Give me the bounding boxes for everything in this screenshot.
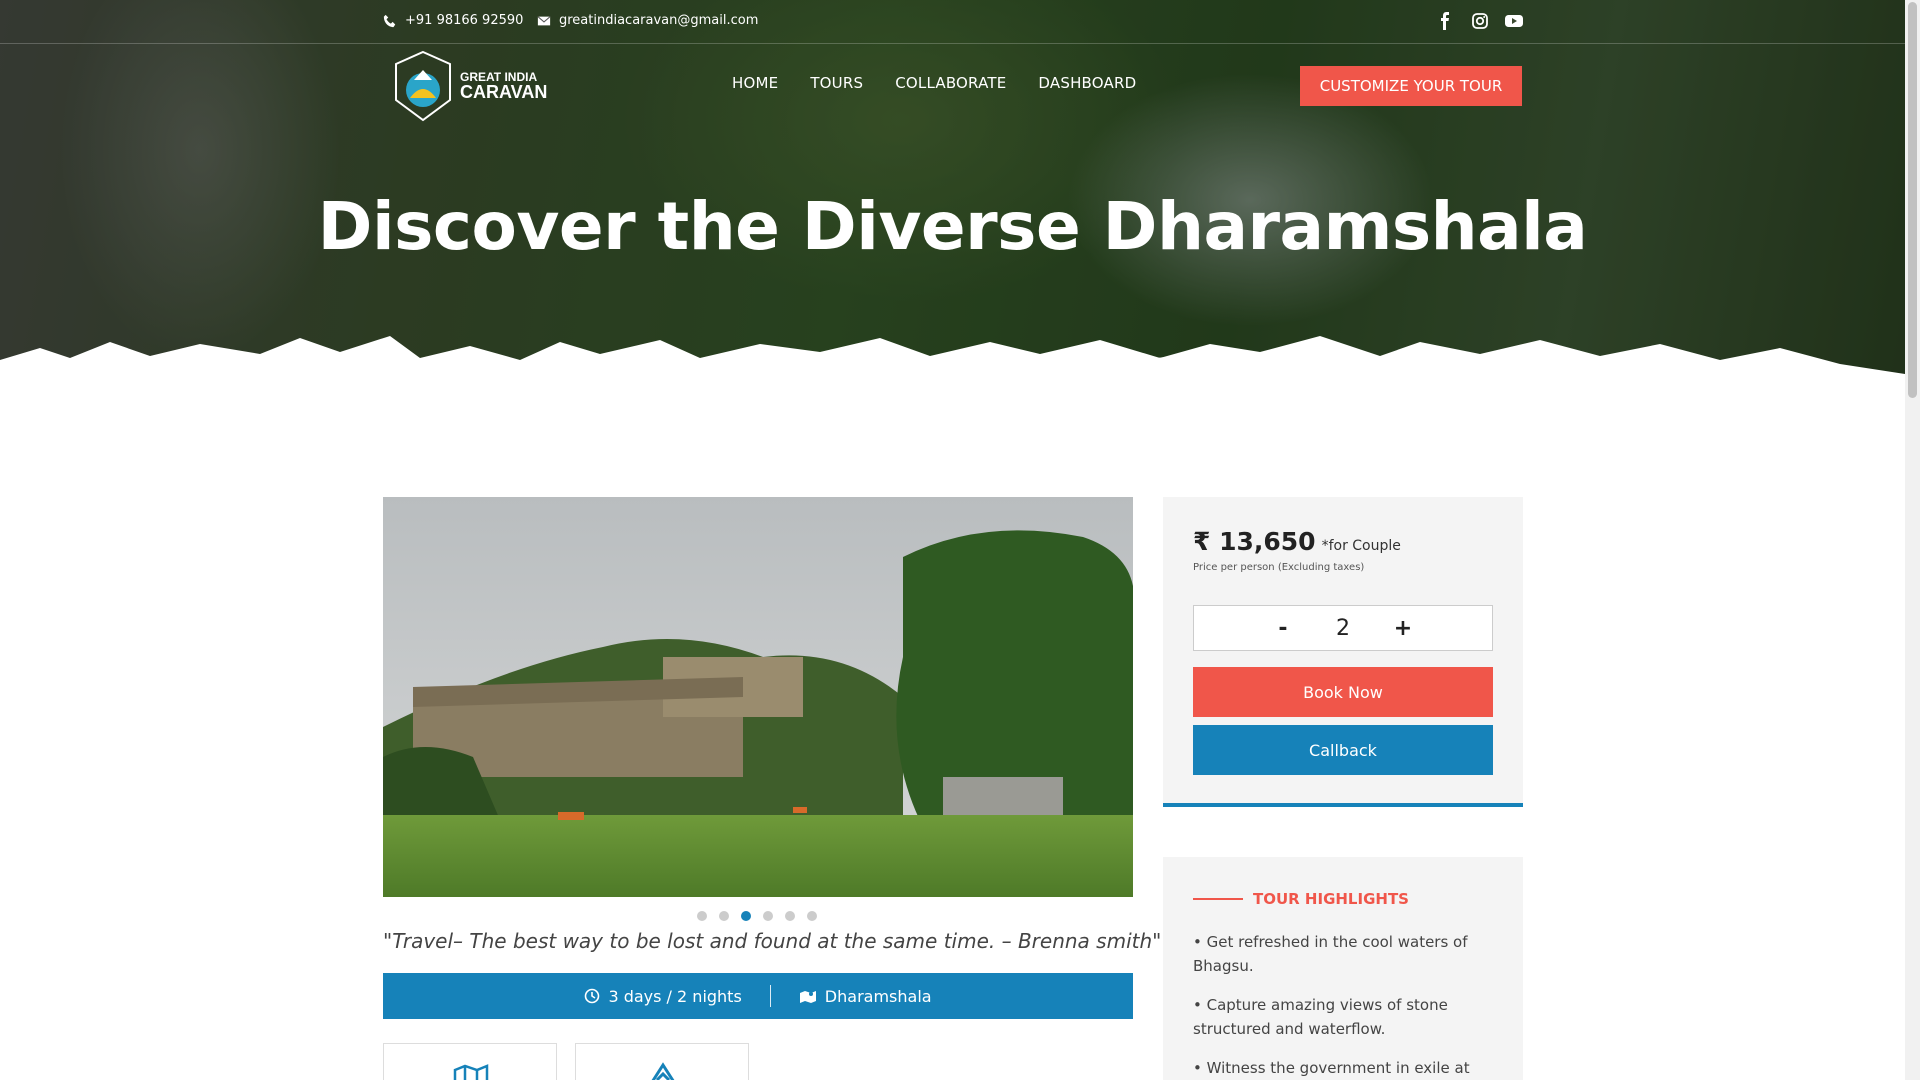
social-links [1436,12,1524,30]
page-scrollbar[interactable] [1905,0,1920,1080]
nav-tours[interactable]: TOURS [810,74,863,92]
tour-highlights-panel: TOUR HIGHLIGHTS • Get refreshed in the c… [1163,857,1523,1080]
list-item: • Capture amazing views of stone structu… [1193,996,1448,1038]
map-marker-icon [799,991,816,1003]
carousel-dot-3[interactable] [741,911,751,921]
tour-image-carousel[interactable] [383,497,1133,897]
facebook-icon[interactable] [1436,12,1456,30]
site-logo[interactable]: GREAT INDIA CARAVAN [392,50,557,122]
book-now-button[interactable]: Book Now [1193,667,1493,717]
customize-tour-button[interactable]: CUSTOMIZE YOUR TOUR [1300,66,1522,106]
nav-collaborate[interactable]: COLLABORATE [895,74,1006,92]
price-unit: *for Couple [1321,538,1401,554]
phone-icon [383,14,396,27]
location-info: Dharamshala [771,987,960,1006]
carousel-dot-4[interactable] [763,911,773,921]
email-contact[interactable]: greatindiacaravan@gmail.com [537,13,758,28]
envelope-icon [537,15,551,25]
main-nav: HOME TOURS COLLABORATE DASHBOARD [732,74,1136,92]
feature-tile-map[interactable] [383,1043,557,1080]
price-display: ₹ 13,650 *for Couple [1193,527,1401,556]
carousel-dot-6[interactable] [807,911,817,921]
youtube-icon[interactable] [1504,12,1524,30]
list-item: • Get refreshed in the cool waters of Bh… [1193,933,1468,975]
quantity-value[interactable]: 2 [1313,616,1373,641]
phone-contact[interactable]: +91 98166 92590 [383,13,523,28]
logo-text: GREAT INDIA CARAVAN [460,70,548,102]
price-note: Price per person (Excluding taxes) [1193,562,1365,573]
scrollbar-thumb[interactable] [1908,2,1917,398]
highlights-list: • Get refreshed in the cool waters of Bh… [1193,930,1493,1080]
carousel-dots [697,911,817,921]
price-amount: ₹ 13,650 [1193,527,1316,556]
mountain-icon [651,1062,675,1080]
increase-button[interactable]: + [1373,616,1433,641]
list-item: • Witness the government in exile at Dal… [1193,1059,1470,1077]
brush-stroke-divider [0,336,1905,420]
quantity-stepper: - 2 + [1193,605,1493,651]
carousel-dot-2[interactable] [719,911,729,921]
map-icon [453,1064,489,1080]
caravan-logo-icon [395,50,451,122]
callback-button[interactable]: Callback [1193,725,1493,775]
location-text: Dharamshala [824,986,932,1006]
heading-accent-line [1193,898,1243,900]
fort-landscape-image [383,497,1133,897]
highlights-heading: TOUR HIGHLIGHTS [1193,890,1409,908]
phone-number: +91 98166 92590 [405,13,524,28]
clock-icon [585,988,600,1004]
top-info-bar: +91 98166 92590 greatindiacaravan@gmail.… [0,0,1905,44]
duration-text: 3 days / 2 nights [608,986,742,1006]
travel-quote: "Travel– The best way to be lost and fou… [383,929,1162,953]
nav-dashboard[interactable]: DASHBOARD [1038,74,1136,92]
feature-tile-mountain[interactable] [575,1043,749,1080]
nav-home[interactable]: HOME [732,74,778,92]
email-address: greatindiacaravan@gmail.com [559,13,759,28]
carousel-dot-1[interactable] [697,911,707,921]
decrease-button[interactable]: - [1253,616,1313,641]
duration-info: 3 days / 2 nights [556,987,769,1006]
highlights-title: TOUR HIGHLIGHTS [1253,890,1409,908]
tour-info-bar: 3 days / 2 nights Dharamshala [383,973,1133,1019]
page-title: Discover the Diverse Dharamshala [317,188,1588,265]
booking-panel: ₹ 13,650 *for Couple Price per person (E… [1163,497,1523,807]
instagram-icon[interactable] [1470,12,1490,30]
carousel-dot-5[interactable] [785,911,795,921]
